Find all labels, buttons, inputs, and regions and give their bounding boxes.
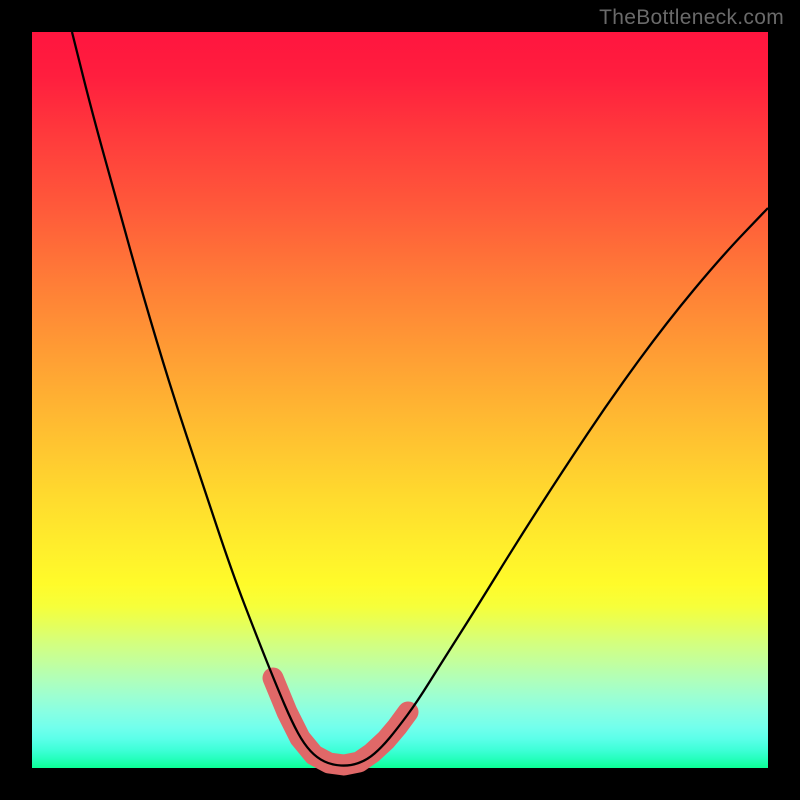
bottleneck-curve (72, 32, 768, 766)
chart-overlay (32, 32, 768, 768)
watermark-text: TheBottleneck.com (599, 6, 784, 30)
